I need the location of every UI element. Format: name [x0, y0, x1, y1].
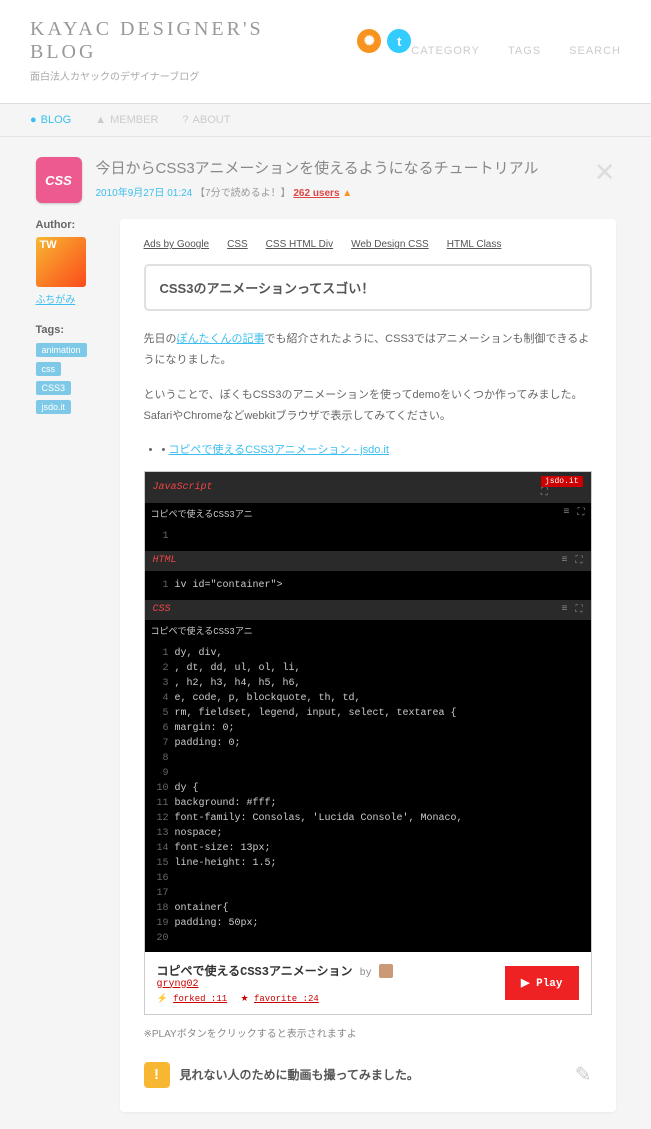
ad-link[interactable]: HTML Class	[447, 239, 502, 250]
jsdo-badge: jsdo.it	[541, 476, 583, 487]
site-title: KAYAC DESIGNER'S BLOG	[30, 18, 337, 64]
tag-item[interactable]: animation	[36, 343, 87, 357]
paragraph: 先日のぽんたくんの記事でも紹介されたように、CSS3ではアニメーションも制御でき…	[144, 329, 592, 371]
subnav-member[interactable]: ▲ MEMBER	[95, 114, 158, 126]
rss-icon[interactable]: ✺	[357, 29, 381, 53]
play-button[interactable]: ▶ Play	[505, 966, 578, 1000]
tag-item[interactable]: CSS3	[36, 381, 72, 395]
js-tab[interactable]: JavaScript	[153, 482, 213, 493]
forked-count[interactable]: forked :11	[173, 994, 227, 1004]
embed-author[interactable]: gryng02	[157, 979, 496, 990]
ad-link[interactable]: CSS	[227, 239, 248, 250]
demo-link[interactable]: コピペで使えるCSS3アニメーション - jsdo.it	[168, 444, 388, 456]
author-name[interactable]: ふちがみ	[36, 291, 104, 306]
inline-link[interactable]: ぽんたくんの記事	[177, 333, 265, 345]
subnav-blog[interactable]: ● BLOG	[30, 114, 71, 126]
tag-item[interactable]: jsdo.it	[36, 400, 72, 414]
embed-title[interactable]: コピペで使えるCSS3アニメーション	[157, 965, 353, 979]
menu-icon[interactable]: ≡	[561, 604, 567, 616]
expand-icon[interactable]: ⛶	[576, 555, 583, 567]
css-tab[interactable]: CSS	[153, 604, 171, 615]
mini-avatar	[379, 964, 393, 978]
author-heading: Author:	[36, 219, 104, 231]
ad-link[interactable]: Web Design CSS	[351, 239, 429, 250]
html-tab[interactable]: HTML	[153, 555, 177, 566]
code-embed: JavaScript jsdo.it ⛶ コピペで使えるCSS3アニ≡⛶ 1 H…	[144, 471, 592, 1015]
nav-tags[interactable]: TAGS	[508, 45, 541, 57]
subnav-about[interactable]: ? ABOUT	[182, 114, 230, 126]
nav-category[interactable]: CATEGORY	[411, 45, 480, 57]
paragraph: ということで、ぼくもCSS3のアニメーションを使ってdemoをいくつか作ってみま…	[144, 385, 592, 427]
article-title: 今日からCSS3アニメーションを使えるようになるチュートリアル	[96, 157, 539, 178]
close-icon[interactable]: ✕	[594, 157, 616, 188]
video-heading: 見れない人のために動画も撮ってみました。	[180, 1066, 419, 1083]
category-badge: CSS	[36, 157, 82, 203]
ads-by[interactable]: Ads by Google	[144, 239, 210, 250]
tag-item[interactable]: css	[36, 362, 62, 376]
author-avatar[interactable]	[36, 237, 86, 287]
doodle-icon: ✎	[575, 1062, 592, 1087]
user-count[interactable]: 262 users	[293, 188, 339, 199]
expand-icon[interactable]: ⛶	[576, 604, 583, 616]
js-subtitle: コピペで使えるCSS3アニ	[151, 507, 253, 520]
menu-icon[interactable]: ≡	[561, 555, 567, 567]
article-date: 2010年9月27日 01:24	[96, 188, 193, 199]
ad-link[interactable]: CSS HTML Div	[266, 239, 333, 250]
css-subtitle: コピペで使えるCSS3アニ	[151, 624, 253, 637]
read-time: 【7分で読めるよ！】	[195, 188, 291, 199]
warning-icon: !	[144, 1062, 170, 1088]
css-code-block: 1dy, div,2, dt, dd, ul, ol, li,3, h2, h3…	[145, 640, 591, 952]
tags-heading: Tags:	[36, 324, 104, 336]
nav-search[interactable]: SEARCH	[569, 45, 621, 57]
html-code: iv id="container">	[175, 580, 283, 591]
favorite-count[interactable]: favorite :24	[254, 994, 319, 1004]
menu-icon[interactable]: ≡	[563, 507, 569, 519]
bookmark-icon[interactable]: ▲	[342, 188, 352, 199]
twitter-icon[interactable]: t	[387, 29, 411, 53]
expand-icon[interactable]: ⛶	[578, 507, 585, 519]
play-note: ※PLAYボタンをクリックすると表示されますよ	[144, 1025, 592, 1040]
callout-heading: CSS3のアニメーションってスゴい！	[144, 264, 592, 311]
expand-icon[interactable]: ⛶	[541, 487, 583, 499]
site-subtitle: 面白法人カヤックのデザイナーブログ	[30, 68, 411, 83]
